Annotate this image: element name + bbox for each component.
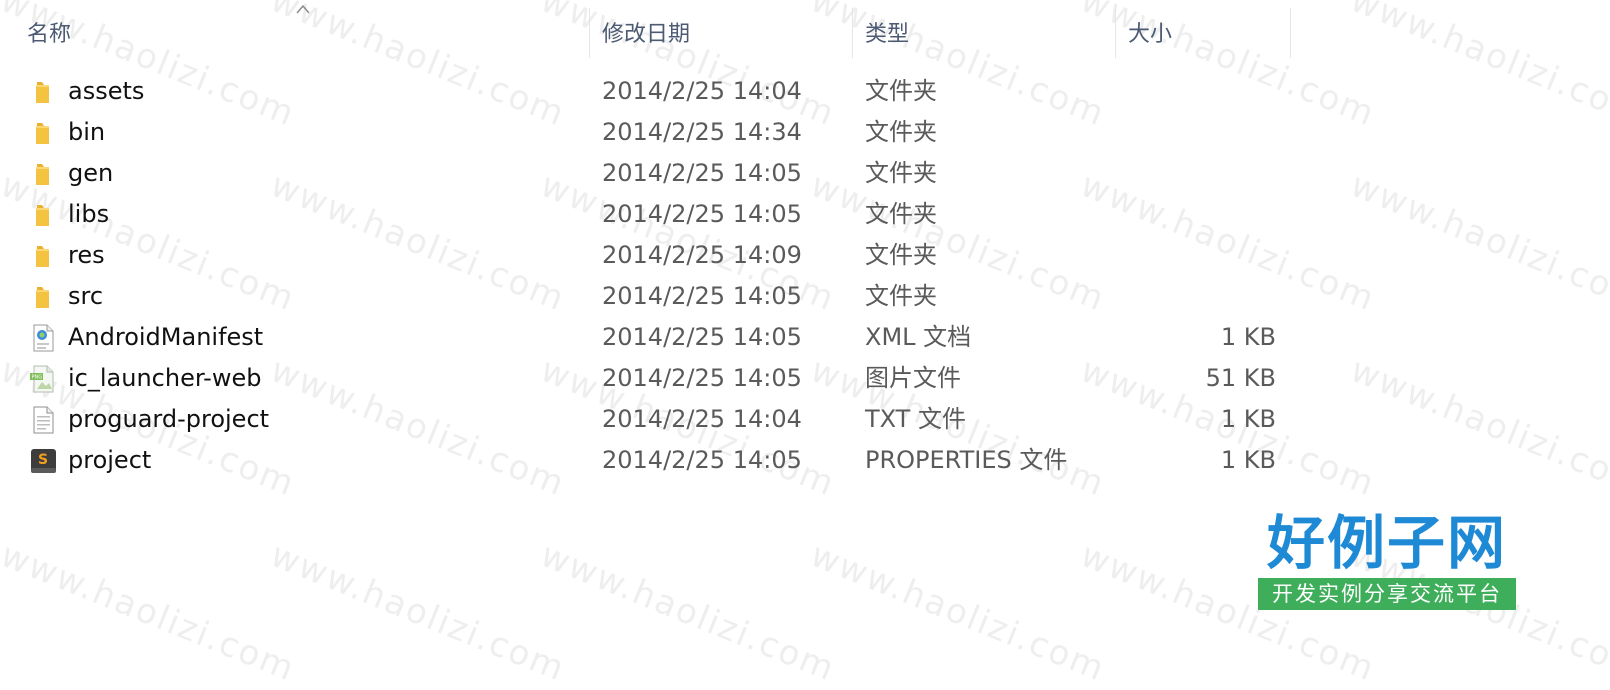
column-divider[interactable]	[852, 8, 853, 58]
file-date-modified: 2014/2/25 14:05	[602, 323, 802, 351]
file-date-modified: 2014/2/25 14:09	[602, 241, 802, 269]
file-name: libs	[68, 200, 110, 228]
file-type: 文件夹	[865, 200, 937, 228]
file-name: gen	[68, 159, 114, 187]
file-type: 文件夹	[865, 282, 937, 310]
file-type: 文件夹	[865, 159, 937, 187]
file-date-modified: 2014/2/25 14:05	[602, 282, 802, 310]
watermark-text: www.haolizi.com	[265, 535, 572, 690]
xml-file-icon	[28, 323, 58, 353]
file-list: assets 2014/2/25 14:04 文件夹 bin 2014/2/25 14:…	[0, 71, 1610, 481]
column-header-bar: 名称 修改日期 类型 大小	[0, 0, 1610, 62]
file-row[interactable]: libs 2014/2/25 14:05 文件夹	[0, 194, 1610, 235]
file-name: res	[68, 241, 105, 269]
column-header-date[interactable]: 修改日期	[602, 18, 690, 52]
file-type: 文件夹	[865, 77, 937, 105]
folder-icon	[28, 282, 58, 312]
file-size	[1110, 239, 1276, 272]
file-size	[1110, 198, 1276, 231]
folder-icon	[28, 200, 58, 230]
file-date-modified: 2014/2/25 14:05	[602, 446, 802, 474]
folder-icon	[28, 159, 58, 189]
file-name: AndroidManifest	[68, 323, 264, 351]
file-name: assets	[68, 77, 145, 105]
file-name: src	[68, 282, 104, 310]
column-header-size[interactable]: 大小	[1128, 18, 1172, 52]
file-size: 1 KB	[1220, 405, 1276, 433]
watermark-text: www.haolizi.com	[0, 535, 302, 690]
file-type: XML 文档	[865, 323, 972, 351]
folder-icon	[28, 241, 58, 271]
file-type: PROPERTIES 文件	[865, 446, 1068, 474]
column-header-type[interactable]: 类型	[865, 18, 909, 52]
file-date-modified: 2014/2/25 14:05	[602, 364, 802, 392]
file-type: 文件夹	[865, 118, 937, 146]
file-row[interactable]: AndroidManifest 2014/2/25 14:05 XML 文档 1 KB	[0, 317, 1610, 358]
watermark-text: www.haolizi.com	[805, 535, 1112, 690]
file-name: bin	[68, 118, 106, 146]
svg-text:PNG: PNG	[32, 375, 43, 381]
file-size	[1110, 75, 1276, 108]
site-logo: 好例子网 开发实例分享交流平台	[1258, 510, 1516, 610]
sort-ascending-icon[interactable]	[296, 4, 310, 14]
column-header-name[interactable]: 名称	[27, 18, 71, 52]
file-date-modified: 2014/2/25 14:34	[602, 118, 802, 146]
file-size	[1110, 116, 1276, 149]
file-row[interactable]: res 2014/2/25 14:09 文件夹	[0, 235, 1610, 276]
file-date-modified: 2014/2/25 14:04	[602, 405, 802, 433]
file-type: 文件夹	[865, 241, 937, 269]
folder-icon	[28, 77, 58, 107]
file-row[interactable]: src 2014/2/25 14:05 文件夹	[0, 276, 1610, 317]
file-size	[1110, 157, 1276, 190]
file-size: 51 KB	[1205, 364, 1276, 392]
column-divider[interactable]	[1115, 8, 1116, 58]
file-date-modified: 2014/2/25 14:05	[602, 200, 802, 228]
file-row[interactable]: Sproject 2014/2/25 14:05 PROPERTIES 文件 1 KB	[0, 440, 1610, 481]
file-date-modified: 2014/2/25 14:05	[602, 159, 802, 187]
file-type: TXT 文件	[865, 405, 966, 433]
file-size	[1110, 280, 1276, 313]
logo-subtitle: 开发实例分享交流平台	[1258, 578, 1516, 610]
file-size: 1 KB	[1220, 323, 1276, 351]
file-type: 图片文件	[865, 364, 961, 392]
file-row[interactable]: assets 2014/2/25 14:04 文件夹	[0, 71, 1610, 112]
file-name: ic_launcher-web	[68, 364, 262, 392]
file-name: project	[68, 446, 152, 474]
file-row[interactable]: gen 2014/2/25 14:05 文件夹	[0, 153, 1610, 194]
watermark-text: www.haolizi.com	[535, 535, 842, 690]
column-divider[interactable]	[1290, 8, 1291, 58]
text-file-icon	[28, 405, 58, 435]
sublime-file-icon: S	[28, 446, 58, 476]
file-row[interactable]: PNG ic_launcher-web 2014/2/25 14:05 图片文件 51 …	[0, 358, 1610, 399]
png-image-icon: PNG	[28, 364, 58, 394]
svg-text:S: S	[38, 452, 48, 468]
file-date-modified: 2014/2/25 14:04	[602, 77, 802, 105]
column-divider[interactable]	[589, 8, 590, 58]
file-name: proguard-project	[68, 405, 270, 433]
file-row[interactable]: proguard-project 2014/2/25 14:04 TXT 文件 1 K…	[0, 399, 1610, 440]
file-row[interactable]: bin 2014/2/25 14:34 文件夹	[0, 112, 1610, 153]
logo-title: 好例子网	[1266, 509, 1507, 577]
file-size: 1 KB	[1220, 446, 1276, 474]
folder-icon	[28, 118, 58, 148]
